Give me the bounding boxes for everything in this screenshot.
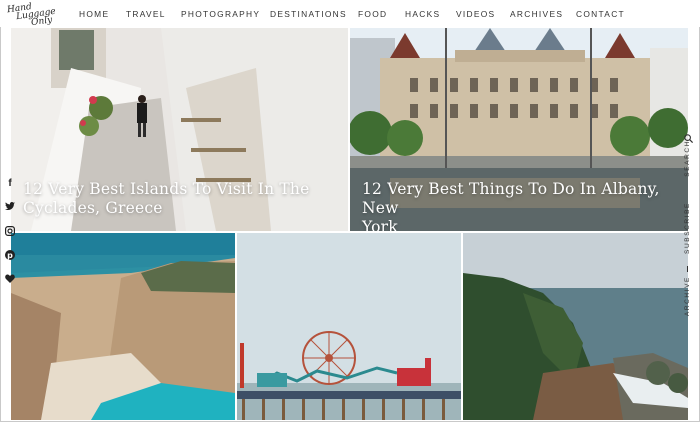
facebook-icon[interactable]: f: [4, 178, 16, 190]
site-header: Hand Luggage Only HOME TRAVEL PHOTOGRAPH…: [0, 0, 700, 28]
coast-photo: [463, 233, 688, 420]
heart-icon[interactable]: [4, 274, 16, 286]
pier-photo: [237, 233, 461, 420]
subscribe-link[interactable]: SUBSCRIBE: [684, 202, 691, 254]
post-title-line-2: York: [362, 218, 398, 231]
twitter-icon[interactable]: [4, 202, 16, 214]
nav-photography[interactable]: PHOTOGRAPHY: [181, 9, 260, 19]
archive-link[interactable]: ARCHIVE: [684, 276, 691, 316]
search-link[interactable]: SEARCH: [684, 140, 691, 177]
subscribe-label: SUBSCRIBE: [684, 202, 691, 254]
divider-dash: [687, 266, 688, 272]
right-sidebar: SEARCH SUBSCRIBE ARCHIVE: [684, 134, 694, 316]
search-label: SEARCH: [684, 140, 691, 177]
nav-travel[interactable]: TRAVEL: [126, 9, 166, 19]
post-card-navagio[interactable]: [11, 233, 235, 420]
post-title-line-1: 12 Very Best Things To Do In Albany, New: [362, 180, 660, 217]
nav-food[interactable]: FOOD: [358, 9, 387, 19]
post-title-cyclades[interactable]: 12 Very Best Islands To Visit In The Cyc…: [23, 180, 343, 218]
post-card-coast[interactable]: [463, 233, 688, 420]
logo-line-3: Only: [30, 15, 53, 29]
svg-text:p: p: [7, 251, 13, 260]
navagio-photo: [11, 233, 235, 420]
nav-destinations[interactable]: DESTINATIONS: [270, 9, 347, 19]
archive-label: ARCHIVE: [684, 276, 691, 317]
instagram-icon[interactable]: [4, 226, 16, 238]
site-logo[interactable]: Hand Luggage Only: [7, 0, 58, 28]
search-icon[interactable]: [684, 130, 694, 144]
pinterest-icon[interactable]: p: [4, 250, 16, 262]
nav-home[interactable]: HOME: [79, 9, 109, 19]
post-card-pier[interactable]: [237, 233, 461, 420]
post-title-albany[interactable]: 12 Very Best Things To Do In Albany, New…: [362, 180, 684, 231]
post-title-line-1: 12 Very Best Islands To Visit In The: [23, 180, 310, 198]
post-card-albany[interactable]: 12 Very Best Things To Do In Albany, New…: [350, 28, 688, 231]
post-card-cyclades[interactable]: 12 Very Best Islands To Visit In The Cyc…: [11, 28, 348, 231]
nav-archives[interactable]: ARCHIVES: [510, 9, 563, 19]
post-title-line-2: Cyclades, Greece: [23, 199, 163, 217]
nav-hacks[interactable]: HACKS: [405, 9, 440, 19]
nav-videos[interactable]: VIDEOS: [456, 9, 495, 19]
nav-contact[interactable]: CONTACT: [576, 9, 625, 19]
